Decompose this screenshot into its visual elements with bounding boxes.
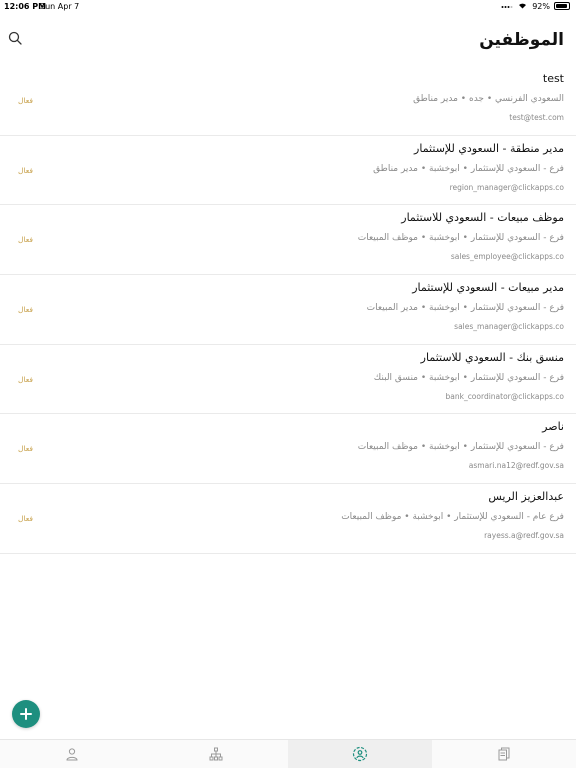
- battery-percent: 92%: [532, 1, 550, 11]
- plus-icon: [20, 708, 32, 720]
- employee-email: test@test.com: [509, 113, 564, 122]
- tab-bar: [0, 739, 576, 768]
- status-badge: فعال: [18, 514, 33, 524]
- employee-meta: السعودي الفرنسي • جده • مدير مناطق: [413, 94, 564, 104]
- search-button[interactable]: [8, 30, 28, 50]
- employee-name: test: [542, 72, 564, 85]
- employee-meta: فرع - السعودي للإستثمار • ابوخشبة • مدير…: [366, 303, 564, 314]
- employee-name: عبدالعزيز الريس: [488, 490, 564, 504]
- status-badge: فعال: [18, 165, 33, 175]
- employee-email: sales_manager@clickapps.co: [454, 322, 564, 332]
- list-item[interactable]: test السعودي الفرنسي • جده • مدير مناطق …: [0, 66, 576, 136]
- employee-email: asmari.na12@redf.gov.sa: [468, 461, 564, 471]
- employee-name: موظف مبيعات - السعودي للاستثمار: [401, 211, 564, 225]
- org-chart-icon: [209, 747, 223, 761]
- employee-name: منسق بنك - السعودي للاستثمار: [420, 350, 564, 364]
- user-icon: [66, 748, 78, 761]
- status-badge: فعال: [18, 305, 33, 315]
- status-indicators: 92%: [501, 1, 570, 11]
- tab-structure[interactable]: [144, 740, 288, 768]
- documents-icon: [498, 747, 510, 761]
- page-title: الموظفين: [479, 30, 564, 50]
- tab-documents[interactable]: [432, 740, 576, 768]
- team-icon: [352, 746, 368, 762]
- employee-meta: فرع - السعودي للإستثمار • ابوخشبة • منسق…: [373, 372, 564, 383]
- employee-meta: فرع - السعودي للإستثمار • ابوخشبة • مدير…: [373, 163, 564, 174]
- employee-email: sales_employee@clickapps.co: [450, 252, 564, 262]
- battery-icon: [554, 2, 570, 10]
- status-badge: فعال: [18, 96, 33, 105]
- list-item[interactable]: موظف مبيعات - السعودي للاستثمار فرع - ال…: [0, 205, 576, 276]
- battery-fill: [556, 4, 568, 8]
- add-employee-button[interactable]: [12, 700, 40, 728]
- search-icon: [8, 31, 22, 45]
- employee-email: rayess.a@redf.gov.sa: [484, 531, 564, 541]
- cellular-icon: [501, 1, 513, 11]
- status-bar: 12:06 PM Sun Apr 7 92%: [0, 0, 576, 14]
- status-badge: فعال: [18, 374, 33, 384]
- list-item[interactable]: مدير مبيعات - السعودي للإستثمار فرع - ال…: [0, 275, 576, 345]
- header: الموظفين: [0, 24, 576, 62]
- employee-meta: فرع عام - السعودي للإستثمار • ابوخشبة • …: [341, 512, 564, 523]
- list-item[interactable]: منسق بنك - السعودي للاستثمار فرع - السعو…: [0, 345, 576, 415]
- list-item[interactable]: مدير منطقة - السعودي للإستثمار فرع - الس…: [0, 136, 576, 206]
- list-item[interactable]: عبدالعزيز الريس فرع عام - السعودي للإستث…: [0, 484, 576, 554]
- status-badge: فعال: [18, 444, 33, 454]
- tab-profile[interactable]: [0, 740, 144, 768]
- employee-meta: فرع - السعودي للإستثمار • ابوخشبة • موظف…: [357, 233, 564, 244]
- employee-name: مدير منطقة - السعودي للإستثمار: [414, 141, 564, 155]
- employee-list: test السعودي الفرنسي • جده • مدير مناطق …: [0, 66, 576, 554]
- employee-meta: فرع - السعودي للإستثمار • ابوخشبة • موظف…: [357, 442, 564, 453]
- employee-name: مدير مبيعات - السعودي للإستثمار: [412, 281, 564, 295]
- tab-employees[interactable]: [288, 740, 432, 768]
- employee-email: bank_coordinator@clickapps.co: [445, 391, 564, 401]
- employee-name: ناصر: [542, 420, 564, 434]
- status-badge: فعال: [18, 235, 33, 245]
- list-item[interactable]: ناصر فرع - السعودي للإستثمار • ابوخشبة •…: [0, 414, 576, 485]
- status-date: Sun Apr 7: [40, 2, 80, 11]
- wifi-icon: [517, 1, 528, 11]
- employee-email: region_manager@clickapps.co: [449, 182, 564, 192]
